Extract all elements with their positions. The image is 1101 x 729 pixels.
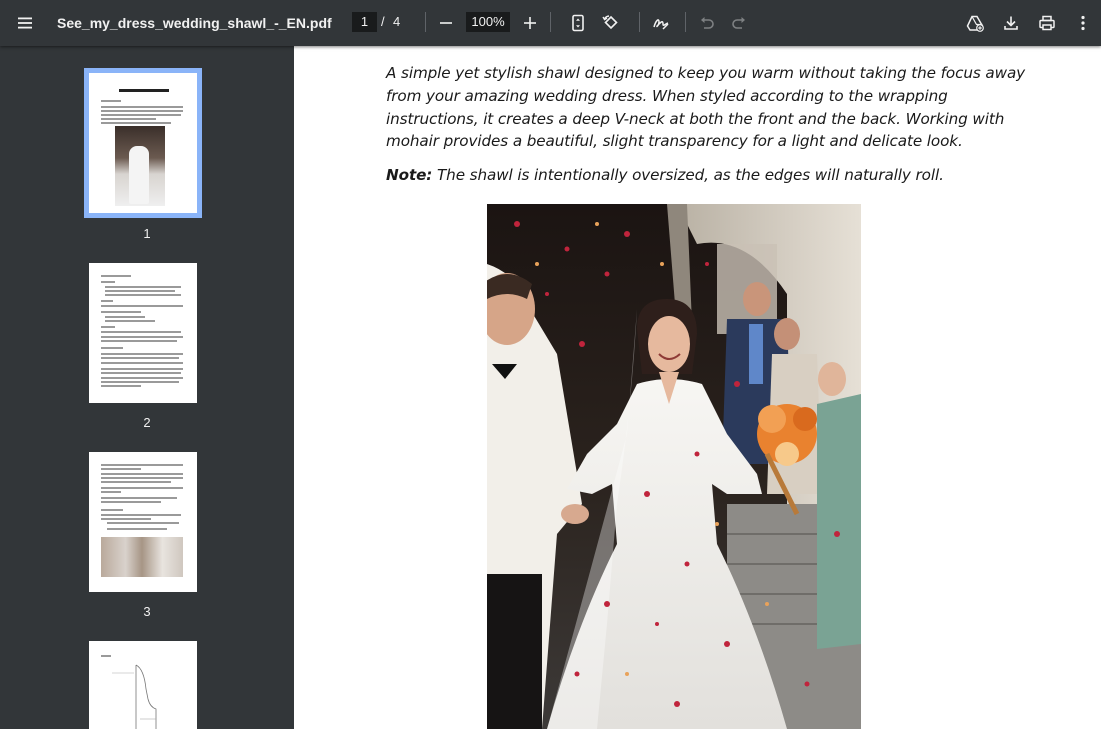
toolbar-divider	[425, 12, 426, 32]
toolbar-divider	[639, 12, 640, 32]
pdf-viewer: See_my_dress_wedding_shawl_-_EN.pdf / 4	[0, 0, 1101, 729]
download-button[interactable]	[995, 0, 1027, 46]
wedding-photo	[487, 204, 861, 729]
toolbar-divider	[550, 12, 551, 32]
toolbar-divider	[685, 12, 686, 32]
drive-add-icon	[959, 7, 991, 39]
toolbar: See_my_dress_wedding_shawl_-_EN.pdf / 4	[0, 0, 1101, 46]
redo-button[interactable]	[723, 0, 755, 46]
thumb-text-line	[101, 122, 171, 124]
thumb-text-line	[101, 381, 179, 383]
thumb-text-line	[101, 473, 183, 475]
more-options-button[interactable]	[1067, 0, 1099, 46]
thumb-text-line	[101, 326, 115, 328]
thumb-text-line	[105, 290, 175, 292]
thumb-text-line	[101, 509, 123, 511]
download-icon	[995, 7, 1027, 39]
note-label: Note:	[386, 166, 433, 184]
thumb-text-line	[101, 655, 111, 657]
thumb-text-line	[105, 320, 155, 322]
thumb-text-line	[101, 481, 171, 483]
thumbnail-sidebar: 1 2 3	[0, 46, 294, 729]
print-icon	[1031, 7, 1063, 39]
thumb-heading	[119, 89, 169, 92]
note-paragraph: Note: The shawl is intentionally oversiz…	[386, 164, 1026, 187]
menu-button[interactable]	[9, 0, 41, 46]
thumb-text-line	[101, 336, 183, 338]
thumb-text-line	[101, 305, 183, 307]
thumb-text-line	[101, 311, 141, 313]
print-button[interactable]	[1031, 0, 1063, 46]
thumb-text-line	[101, 357, 179, 359]
thumb-text-line	[101, 110, 183, 112]
draw-button[interactable]	[645, 0, 677, 46]
thumb-text-line	[101, 377, 183, 379]
page-number-input[interactable]	[352, 12, 377, 32]
thumb-text-line	[101, 106, 183, 108]
thumb-pattern-diagram	[112, 664, 157, 729]
note-text: The shawl is intentionally oversized, as…	[432, 166, 944, 184]
thumb-text-line	[101, 114, 181, 116]
thumb-text-line	[107, 528, 167, 530]
thumb-text-line	[101, 468, 141, 470]
thumb-text-line	[101, 300, 113, 302]
thumb-text-line	[101, 501, 161, 503]
zoom-in-button[interactable]	[514, 0, 546, 46]
thumb-text-line	[101, 275, 131, 277]
more-vert-icon	[1067, 7, 1099, 39]
save-to-drive-button[interactable]	[959, 0, 991, 46]
fit-page-button[interactable]	[562, 0, 594, 46]
page-total: 4	[393, 14, 401, 29]
document-title: See_my_dress_wedding_shawl_-_EN.pdf	[57, 15, 332, 31]
thumb-text-line	[101, 497, 177, 499]
thumb-text-line	[101, 368, 183, 370]
thumb-text-line	[107, 522, 179, 524]
thumb-photo	[101, 537, 183, 577]
undo-button[interactable]	[691, 0, 723, 46]
pdf-page: A simple yet stylish shawl designed to k…	[294, 46, 1101, 729]
thumb-text-line	[101, 487, 183, 489]
document-viewport[interactable]: A simple yet stylish shawl designed to k…	[294, 46, 1101, 729]
thumbnail-label: 3	[143, 604, 151, 619]
thumb-photo	[115, 126, 165, 206]
page-thumbnail-4[interactable]	[89, 641, 197, 729]
zoom-input[interactable]	[466, 12, 510, 32]
page-thumbnail-3[interactable]	[89, 452, 197, 592]
menu-icon	[9, 7, 41, 39]
thumb-text-line	[101, 491, 121, 493]
plus-icon	[514, 7, 546, 39]
thumb-text-line	[101, 353, 183, 355]
thumb-text-line	[101, 464, 183, 466]
redo-icon	[723, 7, 755, 39]
page-thumbnail-2[interactable]	[89, 263, 197, 403]
page-thumbnail-1[interactable]	[84, 68, 202, 218]
thumb-text-line	[101, 514, 181, 516]
undo-icon	[691, 7, 723, 39]
zoom-out-button[interactable]	[430, 0, 462, 46]
rotate-button[interactable]	[594, 0, 626, 46]
thumb-text-line	[101, 100, 121, 102]
thumb-text-line	[101, 347, 123, 349]
fit-to-page-icon	[562, 7, 594, 39]
thumb-text-line	[105, 286, 181, 288]
thumb-text-line	[101, 331, 181, 333]
thumb-text-line	[105, 294, 181, 296]
thumb-text-line	[101, 281, 115, 283]
intro-paragraph: A simple yet stylish shawl designed to k…	[386, 64, 1026, 151]
draw-signature-icon	[645, 7, 677, 39]
thumbnail-label: 2	[143, 415, 151, 430]
thumb-text-line	[101, 518, 151, 520]
thumb-text-line	[105, 316, 145, 318]
thumb-text-line	[101, 118, 156, 120]
page-separator: /	[381, 14, 385, 29]
thumb-text-line	[101, 362, 183, 364]
rotate-icon	[594, 7, 626, 39]
minus-icon	[430, 7, 462, 39]
thumb-text-line	[101, 372, 181, 374]
thumb-text-line	[101, 477, 183, 479]
thumb-text-line	[101, 385, 141, 387]
thumbnail-label: 1	[143, 226, 151, 241]
thumb-text-line	[101, 340, 177, 342]
